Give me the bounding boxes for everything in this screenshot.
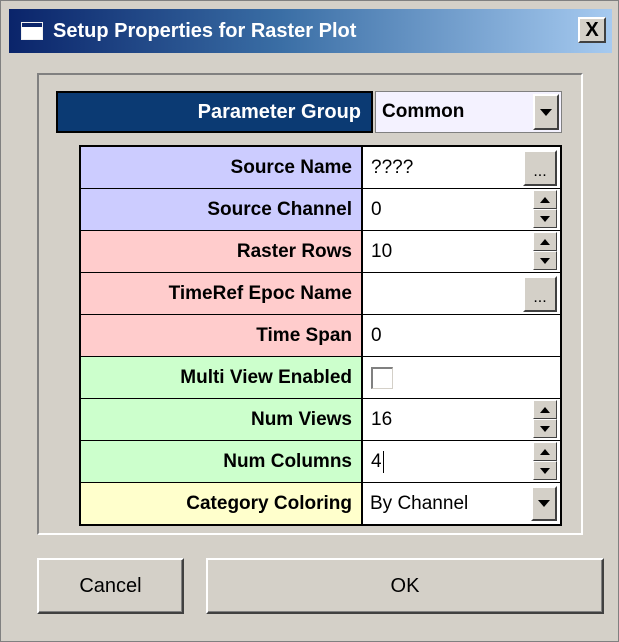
window-title: Setup Properties for Raster Plot	[53, 19, 357, 42]
multi-view-enabled-checkbox[interactable]	[371, 366, 393, 389]
property-row-num-columns: Num Columns 4	[81, 441, 560, 483]
num-columns-increment-button[interactable]	[533, 442, 557, 461]
property-row-multi-view-enabled: Multi View Enabled	[81, 357, 560, 399]
property-grid: Source Name????... Source Channel 0 Raster …	[79, 145, 562, 526]
property-value-timeref-epoc-name[interactable]: ...	[363, 273, 560, 314]
property-label-time-span: Time Span	[81, 315, 363, 356]
parameter-group-label-text: Parameter Group	[197, 100, 361, 123]
category-coloring-dropdown[interactable]: By Channel	[364, 484, 559, 523]
dialog-window: Setup Properties for Raster Plot X Param…	[0, 0, 619, 642]
cancel-button[interactable]: Cancel	[37, 558, 184, 614]
property-row-category-coloring: Category Coloring By Channel	[81, 483, 560, 524]
property-row-source-name: Source Name????...	[81, 147, 560, 189]
property-label-raster-rows: Raster Rows	[81, 231, 363, 272]
property-row-source-channel: Source Channel 0	[81, 189, 560, 231]
ok-button[interactable]: OK	[206, 558, 604, 614]
arrow-down-icon	[540, 215, 550, 222]
text-caret	[382, 450, 384, 473]
title-bar[interactable]: Setup Properties for Raster Plot X	[9, 9, 612, 53]
property-label-category-coloring: Category Coloring	[81, 483, 363, 524]
arrow-down-icon	[540, 257, 550, 264]
property-value-source-name[interactable]: ????...	[363, 147, 560, 188]
num-views-input-text: 16	[371, 408, 393, 430]
property-value-num-views[interactable]: 16	[363, 399, 560, 440]
property-value-category-coloring[interactable]: By Channel	[363, 483, 560, 524]
chevron-down-icon	[538, 500, 550, 507]
property-value-raster-rows[interactable]: 10	[363, 231, 560, 272]
parameter-group-dropdown-button[interactable]	[533, 94, 559, 130]
raster-rows-decrement-button[interactable]	[533, 251, 557, 270]
num-views-spinner[interactable]	[533, 400, 557, 438]
num-columns-spinner[interactable]	[533, 442, 557, 480]
arrow-up-icon	[540, 406, 550, 413]
property-row-timeref-epoc-name: TimeRef Epoc Name...	[81, 273, 560, 315]
ok-button-label: OK	[390, 574, 420, 597]
raster-rows-spinner[interactable]	[533, 232, 557, 270]
property-label-timeref-epoc-name: TimeRef Epoc Name	[81, 273, 363, 314]
arrow-down-icon	[540, 467, 550, 474]
property-value-multi-view-enabled[interactable]	[363, 357, 560, 398]
arrow-up-icon	[540, 196, 550, 203]
category-coloring-dropdown-button[interactable]	[531, 486, 557, 521]
num-columns-decrement-button[interactable]	[533, 461, 557, 480]
property-label-num-columns: Num Columns	[81, 441, 363, 482]
property-label-source-channel: Source Channel	[81, 189, 363, 230]
num-columns-input-text: 4	[371, 450, 382, 472]
property-label-multi-view-enabled: Multi View Enabled	[81, 357, 363, 398]
parameter-group-value: Common	[382, 101, 465, 122]
category-coloring-dropdown-value: By Channel	[370, 492, 469, 514]
property-row-num-views: Num Views 16	[81, 399, 560, 441]
time-span-input-text: 0	[371, 324, 382, 346]
source-name-input-text: ????	[371, 156, 414, 178]
num-views-increment-button[interactable]	[533, 400, 557, 419]
parameter-group-label: Parameter Group	[56, 91, 373, 133]
source-name-browse-button[interactable]: ...	[523, 150, 557, 186]
property-value-num-columns[interactable]: 4	[363, 441, 560, 482]
property-value-time-span[interactable]: 0	[363, 315, 560, 356]
source-channel-input-text: 0	[371, 198, 382, 220]
num-views-decrement-button[interactable]	[533, 419, 557, 438]
arrow-up-icon	[540, 448, 550, 455]
property-label-num-views: Num Views	[81, 399, 363, 440]
timeref-epoc-name-browse-button[interactable]: ...	[523, 276, 557, 312]
window-icon	[21, 22, 43, 40]
cancel-button-label: Cancel	[79, 574, 142, 597]
property-row-time-span: Time Span 0	[81, 315, 560, 357]
raster-rows-increment-button[interactable]	[533, 232, 557, 251]
source-channel-spinner[interactable]	[533, 190, 557, 228]
close-button[interactable]: X	[578, 17, 606, 43]
arrow-up-icon	[540, 238, 550, 245]
property-row-raster-rows: Raster Rows 10	[81, 231, 560, 273]
parameter-group-dropdown[interactable]: Common	[375, 91, 562, 133]
source-channel-decrement-button[interactable]	[533, 209, 557, 228]
arrow-down-icon	[540, 425, 550, 432]
chevron-down-icon	[540, 108, 552, 116]
property-value-source-channel[interactable]: 0	[363, 189, 560, 230]
property-label-source-name: Source Name	[81, 147, 363, 188]
raster-rows-input-text: 10	[371, 240, 393, 262]
source-channel-increment-button[interactable]	[533, 190, 557, 209]
